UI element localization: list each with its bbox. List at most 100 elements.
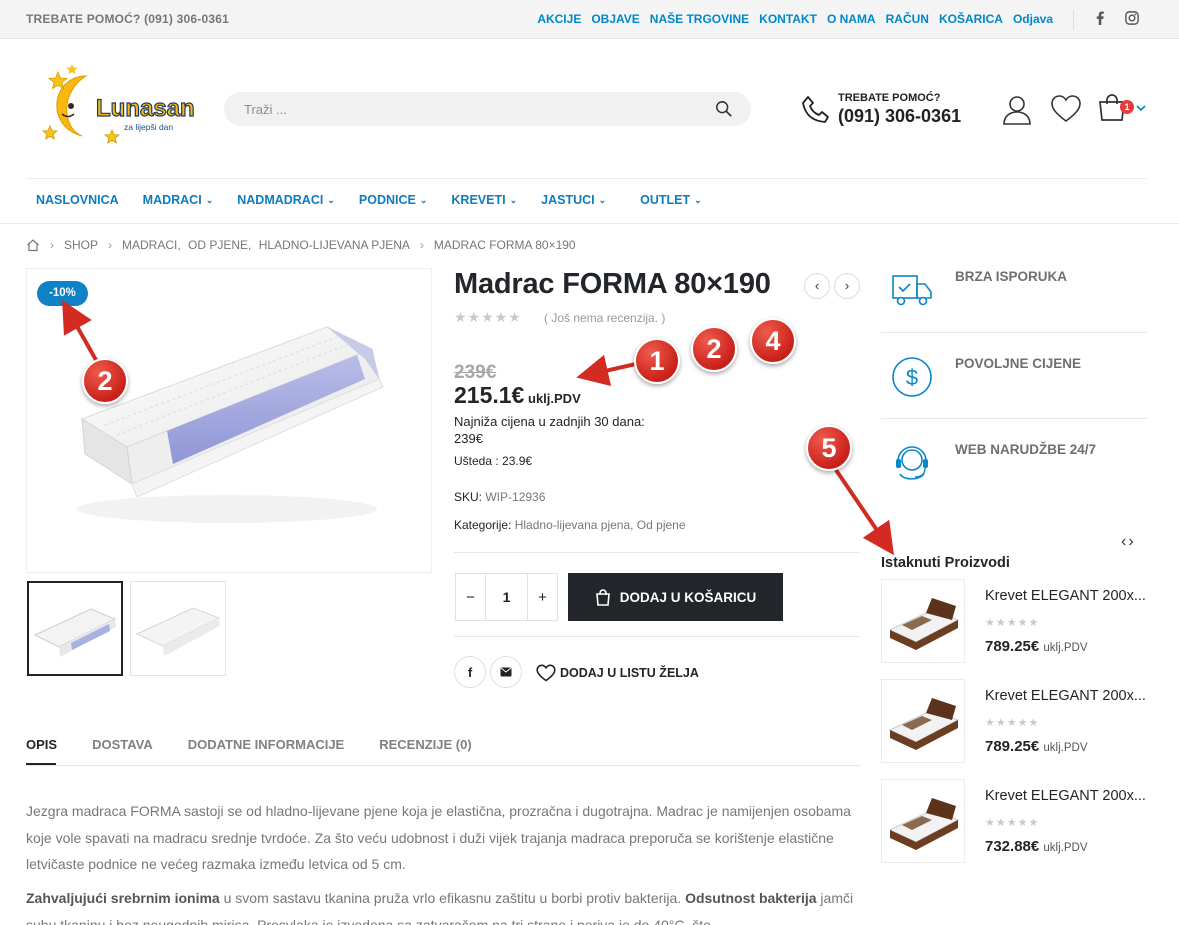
top-link-o-nama[interactable]: O NAMA	[827, 12, 876, 26]
sidebar-divider	[881, 418, 1147, 419]
featured-product-rating: ★★★★★	[985, 817, 1040, 829]
annotation-marker: 4	[750, 318, 796, 364]
breadcrumb-current: MADRAC FORMA 80×190	[433, 238, 576, 252]
site-logo[interactable]: Lunasan za lijepši dan	[38, 62, 198, 157]
service-label: WEB NARUDŽBE 24/7	[955, 442, 1097, 457]
breadcrumb-hladno-lijevana[interactable]: HLADNO-LIJEVANA PJENA	[259, 238, 410, 252]
featured-product[interactable]: Krevet ELEGANT 200x... ★★★★★ 789.25€ ukl…	[881, 679, 1147, 763]
service-good-prices: $ POVOLJNE CIJENE	[881, 355, 1147, 405]
email-share-icon[interactable]	[490, 656, 522, 688]
featured-product-image[interactable]	[881, 679, 965, 763]
chevron-down-icon: ⌄	[419, 194, 428, 205]
top-link-objave[interactable]: OBJAVE	[591, 12, 639, 26]
search-bar[interactable]: Traži ...	[224, 92, 751, 126]
dollar-icon: $	[892, 357, 932, 397]
quantity-plus-button[interactable]: +	[528, 574, 557, 620]
featured-product-price: 789.25€ uklj.PDV	[985, 738, 1088, 755]
price-suffix: uklj.PDV	[528, 391, 581, 406]
featured-product-name[interactable]: Krevet ELEGANT 200x...	[985, 588, 1146, 604]
phone-number[interactable]: (091) 306-0361	[838, 106, 961, 127]
nav-item-podnice[interactable]: PODNICE ⌄	[359, 193, 428, 207]
nav-item-outlet[interactable]: OUTLET ⌄	[640, 193, 702, 207]
categories-links[interactable]: Hladno-lijevana pjena, Od pjene	[515, 518, 686, 532]
product-main-image[interactable]	[26, 268, 432, 573]
cart-count-badge: 1	[1120, 100, 1134, 114]
product-thumbnail-2[interactable]	[130, 581, 226, 676]
product-tabs: OPIS DOSTAVA DODATNE INFORMACIJE RECENZI…	[26, 737, 507, 752]
breadcrumb-shop[interactable]: SHOP	[64, 238, 98, 252]
facebook-share-icon[interactable]: f	[454, 656, 486, 688]
divider	[454, 552, 860, 553]
quantity-stepper[interactable]: − 1 +	[455, 573, 558, 621]
logo-wordmark: Lunasan	[96, 95, 195, 122]
top-link-odjava[interactable]: Odjava	[1013, 12, 1053, 26]
top-link-trgovine[interactable]: NAŠE TRGOVINE	[650, 12, 749, 26]
featured-product-image[interactable]	[881, 779, 965, 863]
truck-icon	[892, 275, 932, 306]
top-link-kontakt[interactable]: KONTAKT	[759, 12, 817, 26]
facebook-icon[interactable]	[1095, 11, 1105, 28]
tab-opis[interactable]: OPIS	[26, 737, 57, 752]
categories-row: Kategorije: Hladno-lijevana pjena, Od pj…	[454, 518, 686, 532]
breadcrumb-od-pjene[interactable]: OD PJENE,	[188, 238, 251, 252]
product-thumbnail-1[interactable]	[27, 581, 123, 676]
breadcrumb-separator: ›	[108, 238, 113, 252]
add-to-cart-button[interactable]: DODAJ U KOŠARICU	[568, 573, 783, 621]
featured-product[interactable]: Krevet ELEGANT 200x... ★★★★★ 732.88€ ukl…	[881, 779, 1147, 863]
featured-product-name[interactable]: Krevet ELEGANT 200x...	[985, 688, 1146, 704]
instagram-icon[interactable]	[1125, 11, 1139, 28]
phone-label: TREBATE POMOĆ?	[838, 92, 941, 104]
featured-product-name[interactable]: Krevet ELEGANT 200x...	[985, 788, 1146, 804]
tab-recenzije[interactable]: RECENZIJE (0)	[379, 737, 471, 752]
nav-item-jastuci[interactable]: JASTUCI ⌄	[541, 193, 606, 207]
quantity-minus-button[interactable]: −	[456, 574, 485, 620]
cart-chevron-down-icon[interactable]	[1136, 104, 1146, 112]
nav-item-naslovnica[interactable]: NASLOVNICA	[36, 193, 119, 207]
support-icon	[896, 446, 928, 480]
service-web-orders: WEB NARUDŽBE 24/7	[881, 441, 1147, 491]
annotation-marker: 1	[634, 338, 680, 384]
top-link-akcije[interactable]: AKCIJE	[537, 12, 581, 26]
featured-carousel-nav[interactable]: ‹›	[1121, 533, 1136, 551]
annotation-marker: 2	[691, 326, 737, 372]
quantity-value[interactable]: 1	[485, 574, 528, 620]
chevron-down-icon: ⌄	[694, 194, 702, 205]
tab-dodatne-informacije[interactable]: DODATNE INFORMACIJE	[188, 737, 344, 752]
featured-product-rating: ★★★★★	[985, 617, 1040, 629]
nav-item-nadmadraci[interactable]: NADMADRACI ⌄	[237, 193, 335, 207]
reviews-link[interactable]: ( Još nema recenzija. )	[544, 311, 665, 325]
home-icon[interactable]	[26, 238, 40, 252]
chevron-down-icon: ⌄	[598, 194, 607, 205]
featured-product[interactable]: Krevet ELEGANT 200x... ★★★★★ 789.25€ ukl…	[881, 579, 1147, 663]
svg-text:$: $	[906, 365, 918, 390]
prev-product-button[interactable]: ‹	[804, 273, 830, 299]
user-icon[interactable]	[1002, 94, 1032, 126]
sku-value: WIP-12936	[485, 490, 546, 504]
featured-title: Istaknuti Proizvodi	[881, 555, 1010, 571]
next-product-button[interactable]: ›	[834, 273, 860, 299]
bag-icon	[595, 588, 610, 606]
breadcrumb-madraci[interactable]: MADRACI,	[122, 238, 181, 252]
top-link-kosarica[interactable]: KOŠARICA	[939, 12, 1003, 26]
nav-item-kreveti[interactable]: KREVETI ⌄	[451, 193, 517, 207]
sidebar-divider	[881, 332, 1147, 333]
nav-item-madraci[interactable]: MADRACI ⌄	[143, 193, 214, 207]
top-divider	[1073, 10, 1074, 30]
search-icon[interactable]	[715, 100, 733, 118]
breadcrumb-separator: ›	[50, 238, 54, 252]
top-links: AKCIJE OBJAVE NAŠE TRGOVINE KONTAKT O NA…	[537, 12, 1053, 26]
heart-icon	[536, 664, 556, 682]
tab-dostava[interactable]: DOSTAVA	[92, 737, 153, 752]
nav-divider-top	[26, 178, 1146, 179]
add-to-wishlist-button[interactable]: DODAJ U LISTU ŽELJA	[536, 664, 699, 682]
featured-product-price: 732.88€ uklj.PDV	[985, 838, 1088, 855]
chevron-down-icon: ⌄	[327, 194, 335, 205]
breadcrumb-separator: ›	[419, 238, 424, 252]
wishlist-heart-icon[interactable]	[1050, 94, 1082, 124]
featured-product-image[interactable]	[881, 579, 965, 663]
chevron-down-icon: ⌄	[205, 194, 214, 205]
top-link-racun[interactable]: RAČUN	[886, 12, 929, 26]
search-input[interactable]: Traži ...	[244, 102, 287, 117]
lowest-price-label: Najniža cijena u zadnjih 30 dana:	[454, 414, 645, 429]
savings-text: Ušteda : 23.9€	[454, 454, 533, 468]
